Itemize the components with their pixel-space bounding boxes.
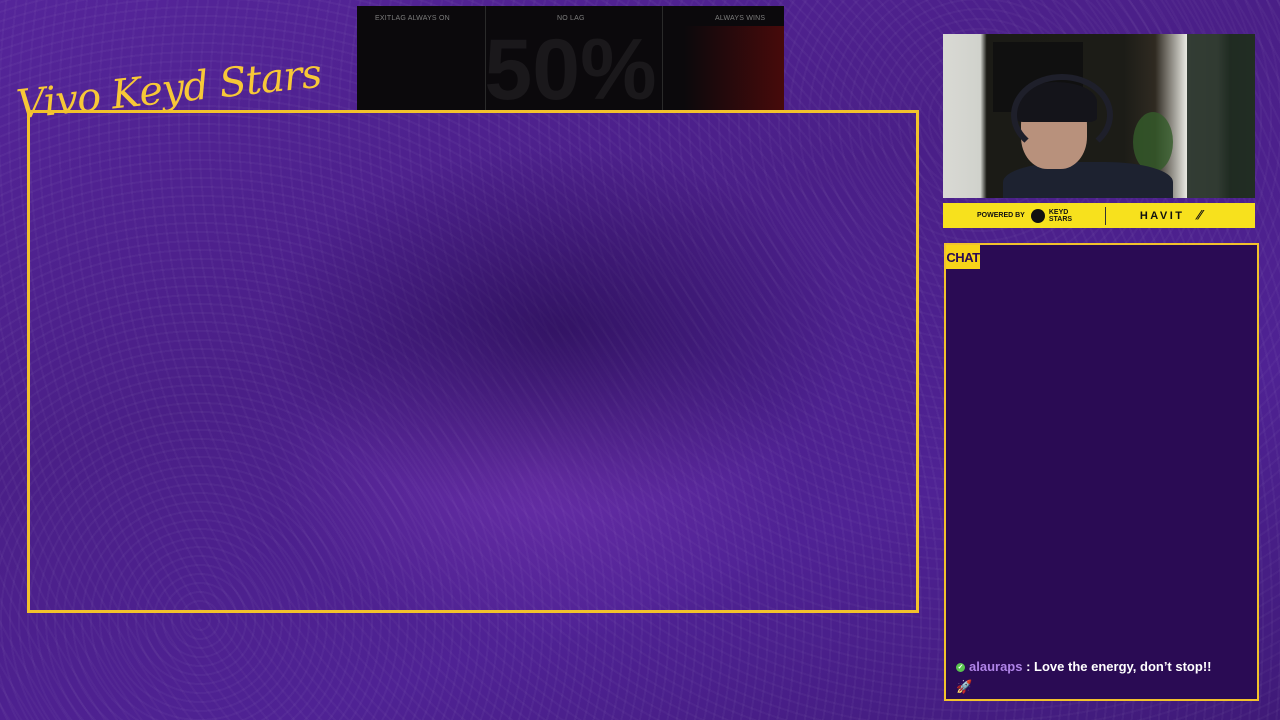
ad-label-left: EXITLAG ALWAYS ON bbox=[375, 15, 450, 22]
havit-logo-text: HAVIT bbox=[1139, 209, 1185, 222]
keyd-stars-logo-icon bbox=[1030, 208, 1045, 223]
ad-label-center: NO LAG bbox=[557, 15, 585, 22]
powered-by-label: POWERED BY bbox=[977, 212, 1025, 219]
webcam-streamer-shirt bbox=[1003, 162, 1173, 198]
exitlag-ad-banner: 50% EXITLAG ALWAYS ON NO LAG ALWAYS WINS bbox=[357, 6, 784, 113]
chat-username[interactable]: alauraps bbox=[969, 659, 1022, 674]
rocket-emoji-icon: 🚀 bbox=[956, 679, 973, 694]
sponsor-bar: POWERED BY KEYD STARS HAVIT ⫽ bbox=[943, 203, 1255, 228]
chat-tab-label: CHAT bbox=[946, 245, 980, 269]
webcam-plant bbox=[1133, 112, 1173, 172]
chat-text: Love the energy, don’t stop!! bbox=[1034, 659, 1212, 674]
webcam-feed bbox=[943, 34, 1255, 198]
sponsor-divider bbox=[1104, 206, 1106, 225]
keyd-stars-label: KEYD STARS bbox=[1048, 208, 1073, 223]
ad-red-glow bbox=[684, 26, 784, 110]
chat-panel: CHAT ✓ alauraps : Love the energy, don’t … bbox=[944, 243, 1259, 701]
headset-icon bbox=[1011, 74, 1113, 156]
chat-separator: : bbox=[1022, 659, 1035, 674]
slash-logo-icon: ⫽ bbox=[1194, 208, 1205, 222]
gameplay-frame bbox=[27, 110, 919, 613]
webcam-hanging-cloth bbox=[1187, 34, 1255, 198]
ad-label-right: ALWAYS WINS bbox=[715, 15, 766, 22]
verified-badge-icon: ✓ bbox=[956, 663, 965, 673]
chat-message: ✓ alauraps : Love the energy, don’t stop!… bbox=[956, 657, 1251, 697]
